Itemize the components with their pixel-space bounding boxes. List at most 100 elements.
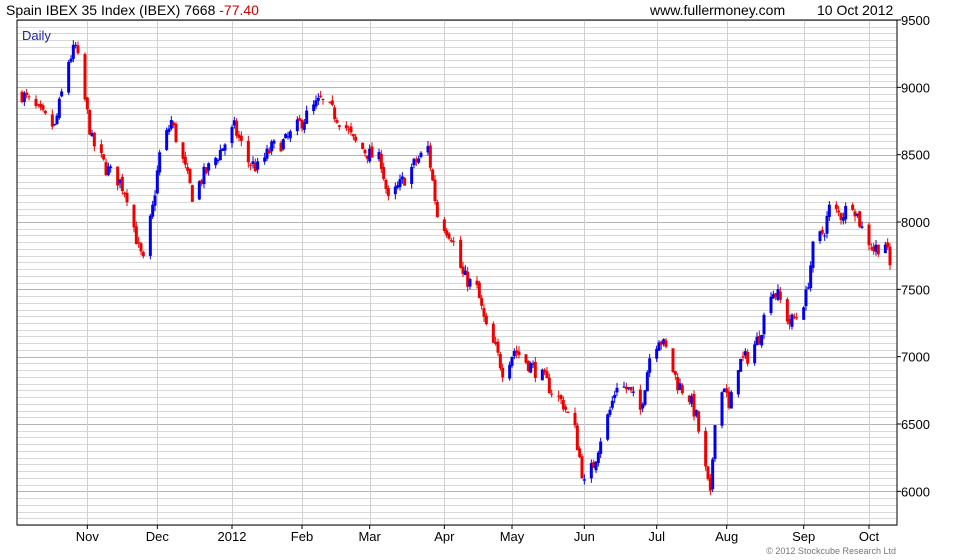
bar-body: [71, 44, 75, 59]
bar-body: [272, 140, 276, 144]
price-bar: [174, 122, 178, 144]
bar-body: [867, 224, 871, 246]
price-bar: [697, 410, 701, 434]
bar-body: [183, 156, 187, 165]
bar-body: [811, 241, 815, 268]
price-bar: [720, 391, 724, 429]
bar-body: [582, 479, 586, 481]
bar-body: [827, 204, 831, 217]
bar-body: [613, 394, 617, 399]
bar-body: [720, 392, 724, 426]
bar-body: [508, 364, 512, 379]
bar-body: [410, 166, 414, 184]
bar-body: [671, 348, 675, 372]
price-bar: [223, 143, 227, 156]
bar-body: [333, 107, 337, 120]
bar-body: [729, 392, 733, 409]
bar-body: [769, 296, 773, 313]
bar-body: [575, 425, 579, 451]
x-tick-label: Jun: [574, 529, 595, 544]
copyright-notice: © 2012 Stockcube Research Ltd: [766, 546, 896, 556]
bar-body: [888, 246, 892, 266]
y-tick-label: 8500: [901, 148, 930, 163]
bar-body: [398, 179, 402, 188]
bar-body: [433, 179, 437, 202]
price-bar: [858, 210, 862, 228]
price-bar: [393, 182, 397, 200]
x-tick-label: Feb: [291, 529, 313, 544]
price-bar: [50, 109, 54, 130]
price-bar: [704, 427, 708, 471]
price-bar: [67, 59, 71, 95]
price-bar: [120, 173, 124, 195]
price-bar: [337, 124, 341, 131]
bar-body: [337, 125, 341, 127]
bar-body: [174, 123, 178, 142]
x-tick-label: Sep: [792, 529, 815, 544]
price-bar: [713, 425, 717, 462]
bar-body: [431, 169, 435, 181]
price-bar: [330, 95, 334, 107]
bar-body: [566, 411, 570, 413]
bar-body: [314, 100, 318, 107]
bar-body: [608, 409, 612, 415]
price-bar: [811, 240, 815, 273]
price-bar: [239, 131, 243, 147]
bar-body: [190, 185, 194, 202]
bar-body: [886, 242, 890, 248]
price-bar: [736, 369, 740, 398]
bar-body: [442, 219, 446, 231]
x-tick-label: Apr: [434, 529, 455, 544]
bar-body: [778, 291, 782, 300]
bar-body: [804, 289, 808, 307]
bar-body: [57, 98, 61, 118]
price-bar: [419, 151, 423, 159]
bar-body: [102, 154, 106, 160]
x-tick-label: May: [500, 529, 525, 544]
bar-body: [491, 323, 495, 343]
bar-body: [533, 361, 537, 378]
bar-body: [41, 105, 45, 110]
bar-body: [599, 441, 603, 454]
bar-body: [53, 124, 57, 126]
bar-body: [606, 414, 610, 440]
bar-body: [330, 100, 334, 105]
x-tick-label: Aug: [715, 529, 738, 544]
bar-body: [67, 61, 71, 93]
bar-body: [151, 204, 155, 217]
bar-body: [83, 54, 87, 100]
bar-body: [844, 205, 848, 220]
price-bar: [496, 338, 500, 357]
bar-body: [753, 344, 757, 364]
price-bar: [573, 407, 577, 429]
bar-body: [335, 120, 339, 123]
bar-body: [545, 371, 549, 379]
bar-body: [384, 180, 388, 189]
price-bar: [575, 422, 579, 451]
bar-body: [802, 307, 806, 320]
plot-frame: [16, 19, 898, 526]
bar-body: [858, 211, 862, 227]
bar-body: [382, 167, 386, 179]
price-bar: [361, 142, 365, 150]
price-bar: [148, 213, 152, 260]
bar-body: [736, 370, 740, 395]
bar-body: [547, 377, 551, 394]
price-bar: [188, 168, 192, 184]
price-bar: [823, 233, 827, 241]
bar-body: [158, 152, 162, 173]
price-bar: [116, 166, 120, 191]
bar-body: [573, 412, 577, 426]
price-bar: [333, 104, 337, 123]
bar-body: [214, 157, 218, 166]
bar-body: [132, 204, 136, 228]
price-bar: [83, 52, 87, 102]
bar-body: [43, 110, 47, 114]
period-label: Daily: [22, 28, 51, 43]
bar-body: [615, 387, 619, 393]
bar-body: [452, 241, 456, 243]
bar-body: [99, 144, 103, 153]
price-bar: [76, 41, 80, 55]
bar-body: [361, 142, 365, 149]
price-bar: [202, 163, 206, 189]
